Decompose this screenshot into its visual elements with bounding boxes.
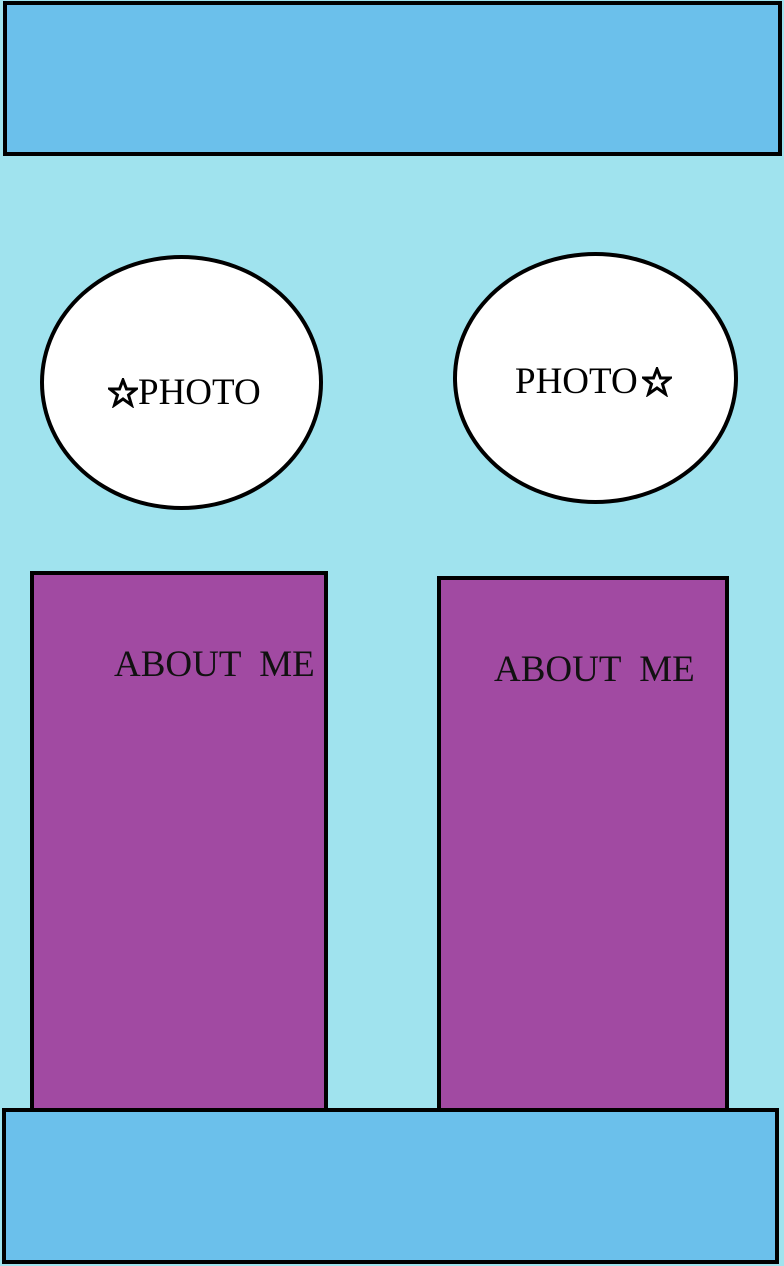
- page: { "header": { "label": "" }, "profiles":…: [0, 0, 784, 1266]
- photo-label-group-right: PHOTO: [515, 360, 672, 403]
- star-icon: [108, 377, 138, 408]
- about-panel-left: ABOUT ME: [30, 571, 328, 1112]
- photo-label: PHOTO: [138, 372, 261, 413]
- about-title: ABOUT ME: [494, 649, 695, 690]
- about-title: ABOUT ME: [114, 644, 315, 685]
- header-bar: [3, 1, 782, 156]
- photo-label-group-left: PHOTO: [108, 371, 261, 414]
- footer-bar: [2, 1108, 779, 1264]
- star-icon: [641, 366, 672, 397]
- profile-photo-right[interactable]: PHOTO: [453, 252, 738, 504]
- profile-photo-left[interactable]: PHOTO: [40, 255, 323, 510]
- photo-label: PHOTO: [515, 361, 638, 402]
- about-panel-right: ABOUT ME: [437, 576, 729, 1112]
